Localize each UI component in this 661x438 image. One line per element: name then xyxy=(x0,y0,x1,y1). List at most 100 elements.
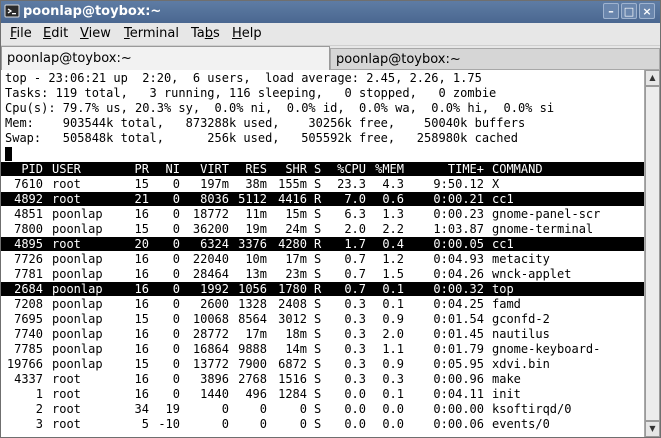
cell-mem: 0.4 xyxy=(382,237,404,251)
cell-pid: 7695 xyxy=(14,312,43,326)
menu-terminal[interactable]: Terminal xyxy=(124,26,179,42)
cell-pr: 16 xyxy=(134,252,149,266)
tab-1[interactable]: poonlap@toybox:~ xyxy=(1,46,330,70)
arrow-up-icon[interactable]: ▲ xyxy=(645,70,660,86)
cell-state: R xyxy=(314,192,322,206)
cell-mem: 0.0 xyxy=(382,402,404,416)
cell-pr: 16 xyxy=(134,327,149,341)
cell-ni: 0 xyxy=(172,252,180,266)
col-pid: PID xyxy=(21,162,43,176)
cell-pid: 2684 xyxy=(14,282,43,296)
terminal-icon xyxy=(4,4,20,18)
vertical-scrollbar[interactable]: ▲ ▼ xyxy=(644,70,660,437)
cell-pid: 1 xyxy=(35,387,43,401)
cell-pr: 16 xyxy=(134,282,149,296)
menu-tabs[interactable]: Tabs xyxy=(191,26,220,42)
cell-pr: 15 xyxy=(134,177,149,191)
cell-pr: 16 xyxy=(134,207,149,221)
cell-user: root xyxy=(52,402,81,416)
menu-view[interactable]: View xyxy=(80,26,111,42)
cell-mem: 2.0 xyxy=(382,327,404,341)
cell-cpu: 6.3 xyxy=(344,207,366,221)
cell-pid: 7785 xyxy=(14,342,43,356)
cell-res: 8564 xyxy=(238,312,267,326)
cell-shr: 3012 xyxy=(278,312,307,326)
cell-user: root xyxy=(52,192,81,206)
close-button[interactable]: × xyxy=(639,3,655,19)
cell-res: 10m xyxy=(245,252,267,266)
cell-shr: 2408 xyxy=(278,297,307,311)
cell-mem: 1.3 xyxy=(382,207,404,221)
cell-time: 0:00.32 xyxy=(433,282,484,296)
cell-time: 1:03.87 xyxy=(433,222,484,236)
cell-cpu: 23.3 xyxy=(337,177,366,191)
col-ni: NI xyxy=(165,162,180,176)
process-row: 7781 poonlap 16 0 28464 13m 23m S 0.7 1.5 0:04.26 w… xyxy=(1,267,644,281)
cell-ni: 0 xyxy=(172,237,180,251)
title-bar[interactable]: poonlap@toybox:~ – □ × xyxy=(1,1,660,23)
cell-pr: 16 xyxy=(134,267,149,281)
cell-res: 13m xyxy=(245,267,267,281)
tab-2[interactable]: poonlap@toybox:~ xyxy=(330,48,660,70)
cell-cpu: 1.7 xyxy=(344,237,366,251)
top-uptime-line: top - 23:06:21 up 2:20, 6 users, load av… xyxy=(5,71,482,85)
cell-command: make xyxy=(492,372,521,386)
col-user: USER xyxy=(52,162,81,176)
cell-res: 9888 xyxy=(238,342,267,356)
cell-res: 19m xyxy=(245,222,267,236)
cell-pr: 15 xyxy=(134,222,149,236)
cell-res: 38m xyxy=(245,177,267,191)
cell-shr: 14m xyxy=(285,342,307,356)
cell-time: 0:00.05 xyxy=(433,237,484,251)
arrow-down-icon[interactable]: ▼ xyxy=(645,421,660,437)
terminal-output[interactable]: top - 23:06:21 up 2:20, 6 users, load av… xyxy=(1,70,644,437)
cell-user: root xyxy=(52,372,81,386)
menu-help[interactable]: Help xyxy=(232,26,262,42)
cell-ni: 19 xyxy=(165,402,180,416)
cell-pid: 4851 xyxy=(14,207,43,221)
cell-shr: 1780 xyxy=(278,282,307,296)
cell-ni: 0 xyxy=(172,177,180,191)
cell-ni: 0 xyxy=(172,372,180,386)
cell-pr: 15 xyxy=(134,357,149,371)
cell-pid: 7740 xyxy=(14,327,43,341)
cell-shr: 24m xyxy=(285,222,307,236)
cell-mem: 0.1 xyxy=(382,282,404,296)
menu-file[interactable]: File xyxy=(10,26,32,42)
cell-virt: 197m xyxy=(200,177,229,191)
cell-shr: 155m xyxy=(278,177,307,191)
cell-mem: 0.0 xyxy=(382,417,404,431)
cell-command: ksoftirqd/0 xyxy=(492,402,572,416)
cell-cpu: 0.0 xyxy=(344,417,366,431)
menu-edit[interactable]: Edit xyxy=(43,26,68,42)
cell-res: 0 xyxy=(259,402,267,416)
tab-bar: poonlap@toybox:~ poonlap@toybox:~ xyxy=(1,46,660,70)
minimize-button[interactable]: – xyxy=(603,3,619,19)
cell-state: S xyxy=(314,267,322,281)
cell-state: R xyxy=(314,282,322,296)
cell-cpu: 0.3 xyxy=(344,357,366,371)
cell-virt: 3896 xyxy=(200,372,229,386)
cell-pr: 15 xyxy=(134,312,149,326)
cell-res: 7900 xyxy=(238,357,267,371)
cell-command: wnck-applet xyxy=(492,267,572,281)
cell-time: 0:00.21 xyxy=(433,192,484,206)
cell-res: 11m xyxy=(245,207,267,221)
cell-mem: 4.3 xyxy=(382,177,404,191)
process-row: 7740 poonlap 16 0 28772 17m 18m S 0.3 2.0 0:01.45 n… xyxy=(1,327,644,341)
cell-shr: 4416 xyxy=(278,192,307,206)
cell-time: 0:04.11 xyxy=(433,387,484,401)
terminal-window: poonlap@toybox:~ – □ × File Edit View Te… xyxy=(0,0,661,438)
cell-virt: 0 xyxy=(221,402,229,416)
cell-pid: 4337 xyxy=(14,372,43,386)
menu-bar: File Edit View Terminal Tabs Help xyxy=(1,23,660,46)
process-row: 4892 root 21 0 8036 5112 4416 R 7.0 0.6 0:00.21 cc1 xyxy=(1,192,644,206)
cell-state: S xyxy=(314,177,322,191)
scrollbar-thumb[interactable] xyxy=(645,86,660,421)
cell-user: root xyxy=(52,387,81,401)
maximize-button[interactable]: □ xyxy=(621,3,637,19)
cell-user: poonlap xyxy=(52,252,103,266)
cell-cpu: 0.3 xyxy=(344,372,366,386)
cell-user: root xyxy=(52,417,81,431)
cell-virt: 18772 xyxy=(192,207,229,221)
